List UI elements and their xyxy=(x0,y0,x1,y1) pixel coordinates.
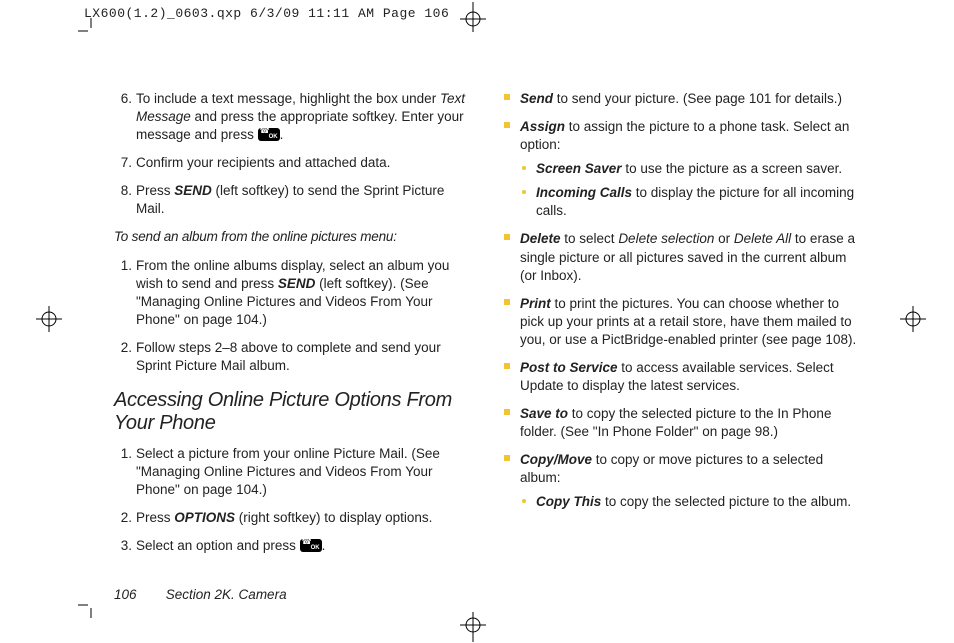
list-item: 8.Press SEND (left softkey) to send the … xyxy=(114,182,476,218)
option-subitem: Incoming Calls to display the picture fo… xyxy=(520,184,866,220)
option-subitem: Screen Saver to use the picture as a scr… xyxy=(520,160,866,178)
inline-italic: Text Message xyxy=(136,91,465,124)
page-body: 6.To include a text message, highlight t… xyxy=(84,30,874,610)
page-footer: 106 Section 2K. Camera xyxy=(114,587,287,602)
option-item: Send to send your picture. (See page 101… xyxy=(504,90,866,108)
option-item: Assign to assign the picture to a phone … xyxy=(504,118,866,220)
option-term: Screen Saver xyxy=(536,161,622,176)
crop-mark-right xyxy=(900,306,926,332)
crop-mark-top xyxy=(460,2,486,32)
option-term: Assign xyxy=(520,119,565,134)
list-index: 8. xyxy=(114,182,132,200)
list-index: 6. xyxy=(114,90,132,108)
option-item: Copy/Move to copy or move pictures to a … xyxy=(504,451,866,511)
crop-mark-left xyxy=(36,306,62,332)
page-number: 106 xyxy=(114,587,162,602)
option-term: Copy This xyxy=(536,494,601,509)
print-slug: LX600(1.2)_0603.qxp 6/3/09 11:11 AM Page… xyxy=(84,6,449,21)
option-sublist: Screen Saver to use the picture as a scr… xyxy=(520,160,866,220)
option-subitem: Copy This to copy the selected picture t… xyxy=(520,493,866,511)
option-term: Send xyxy=(520,91,553,106)
list-item: 3.Select an option and press . xyxy=(114,537,476,555)
steps-options-1-3: 1.Select a picture from your online Pict… xyxy=(114,445,476,555)
list-item: 7.Confirm your recipients and attached d… xyxy=(114,154,476,172)
option-item: Save to to copy the selected picture to … xyxy=(504,405,866,441)
list-item: 6.To include a text message, highlight t… xyxy=(114,90,476,144)
option-item: Print to print the pictures. You can cho… xyxy=(504,295,866,349)
option-sublist: Copy This to copy the selected picture t… xyxy=(520,493,866,511)
list-index: 1. xyxy=(114,445,132,463)
subhead-accessing-options: Accessing Online Picture Options From Yo… xyxy=(114,389,476,435)
option-term: Save to xyxy=(520,406,568,421)
ok-key-icon xyxy=(300,539,322,552)
inline-italic: Delete selection xyxy=(618,231,714,246)
option-term: Incoming Calls xyxy=(536,185,632,200)
list-item: 1.From the online albums display, select… xyxy=(114,257,476,329)
list-index: 7. xyxy=(114,154,132,172)
crop-mark-bottom xyxy=(460,612,486,642)
inline-bold-italic: SEND xyxy=(174,183,212,198)
right-column: Send to send your picture. (See page 101… xyxy=(504,90,874,550)
section-label: Section 2K. Camera xyxy=(166,587,287,602)
option-term: Print xyxy=(520,296,551,311)
inline-bold-italic: SEND xyxy=(278,276,316,291)
options-list: Send to send your picture. (See page 101… xyxy=(504,90,866,511)
list-index: 2. xyxy=(114,509,132,527)
option-term: Delete xyxy=(520,231,561,246)
steps-album-1-2: 1.From the online albums display, select… xyxy=(114,257,476,375)
intro-send-album: To send an album from the online picture… xyxy=(114,228,476,246)
option-term: Post to Service xyxy=(520,360,618,375)
inline-italic: Delete All xyxy=(734,231,791,246)
left-column: 6.To include a text message, highlight t… xyxy=(84,90,476,550)
inline-bold-italic: OPTIONS xyxy=(174,510,235,525)
list-index: 1. xyxy=(114,257,132,275)
ok-key-icon xyxy=(258,128,280,141)
option-term: Copy/Move xyxy=(520,452,592,467)
steps-6-8: 6.To include a text message, highlight t… xyxy=(114,90,476,218)
list-index: 3. xyxy=(114,537,132,555)
option-item: Delete to select Delete selection or Del… xyxy=(504,230,866,284)
list-item: 1.Select a picture from your online Pict… xyxy=(114,445,476,499)
list-item: 2.Follow steps 2–8 above to complete and… xyxy=(114,339,476,375)
list-item: 2.Press OPTIONS (right softkey) to displ… xyxy=(114,509,476,527)
list-index: 2. xyxy=(114,339,132,357)
option-item: Post to Service to access available serv… xyxy=(504,359,866,395)
